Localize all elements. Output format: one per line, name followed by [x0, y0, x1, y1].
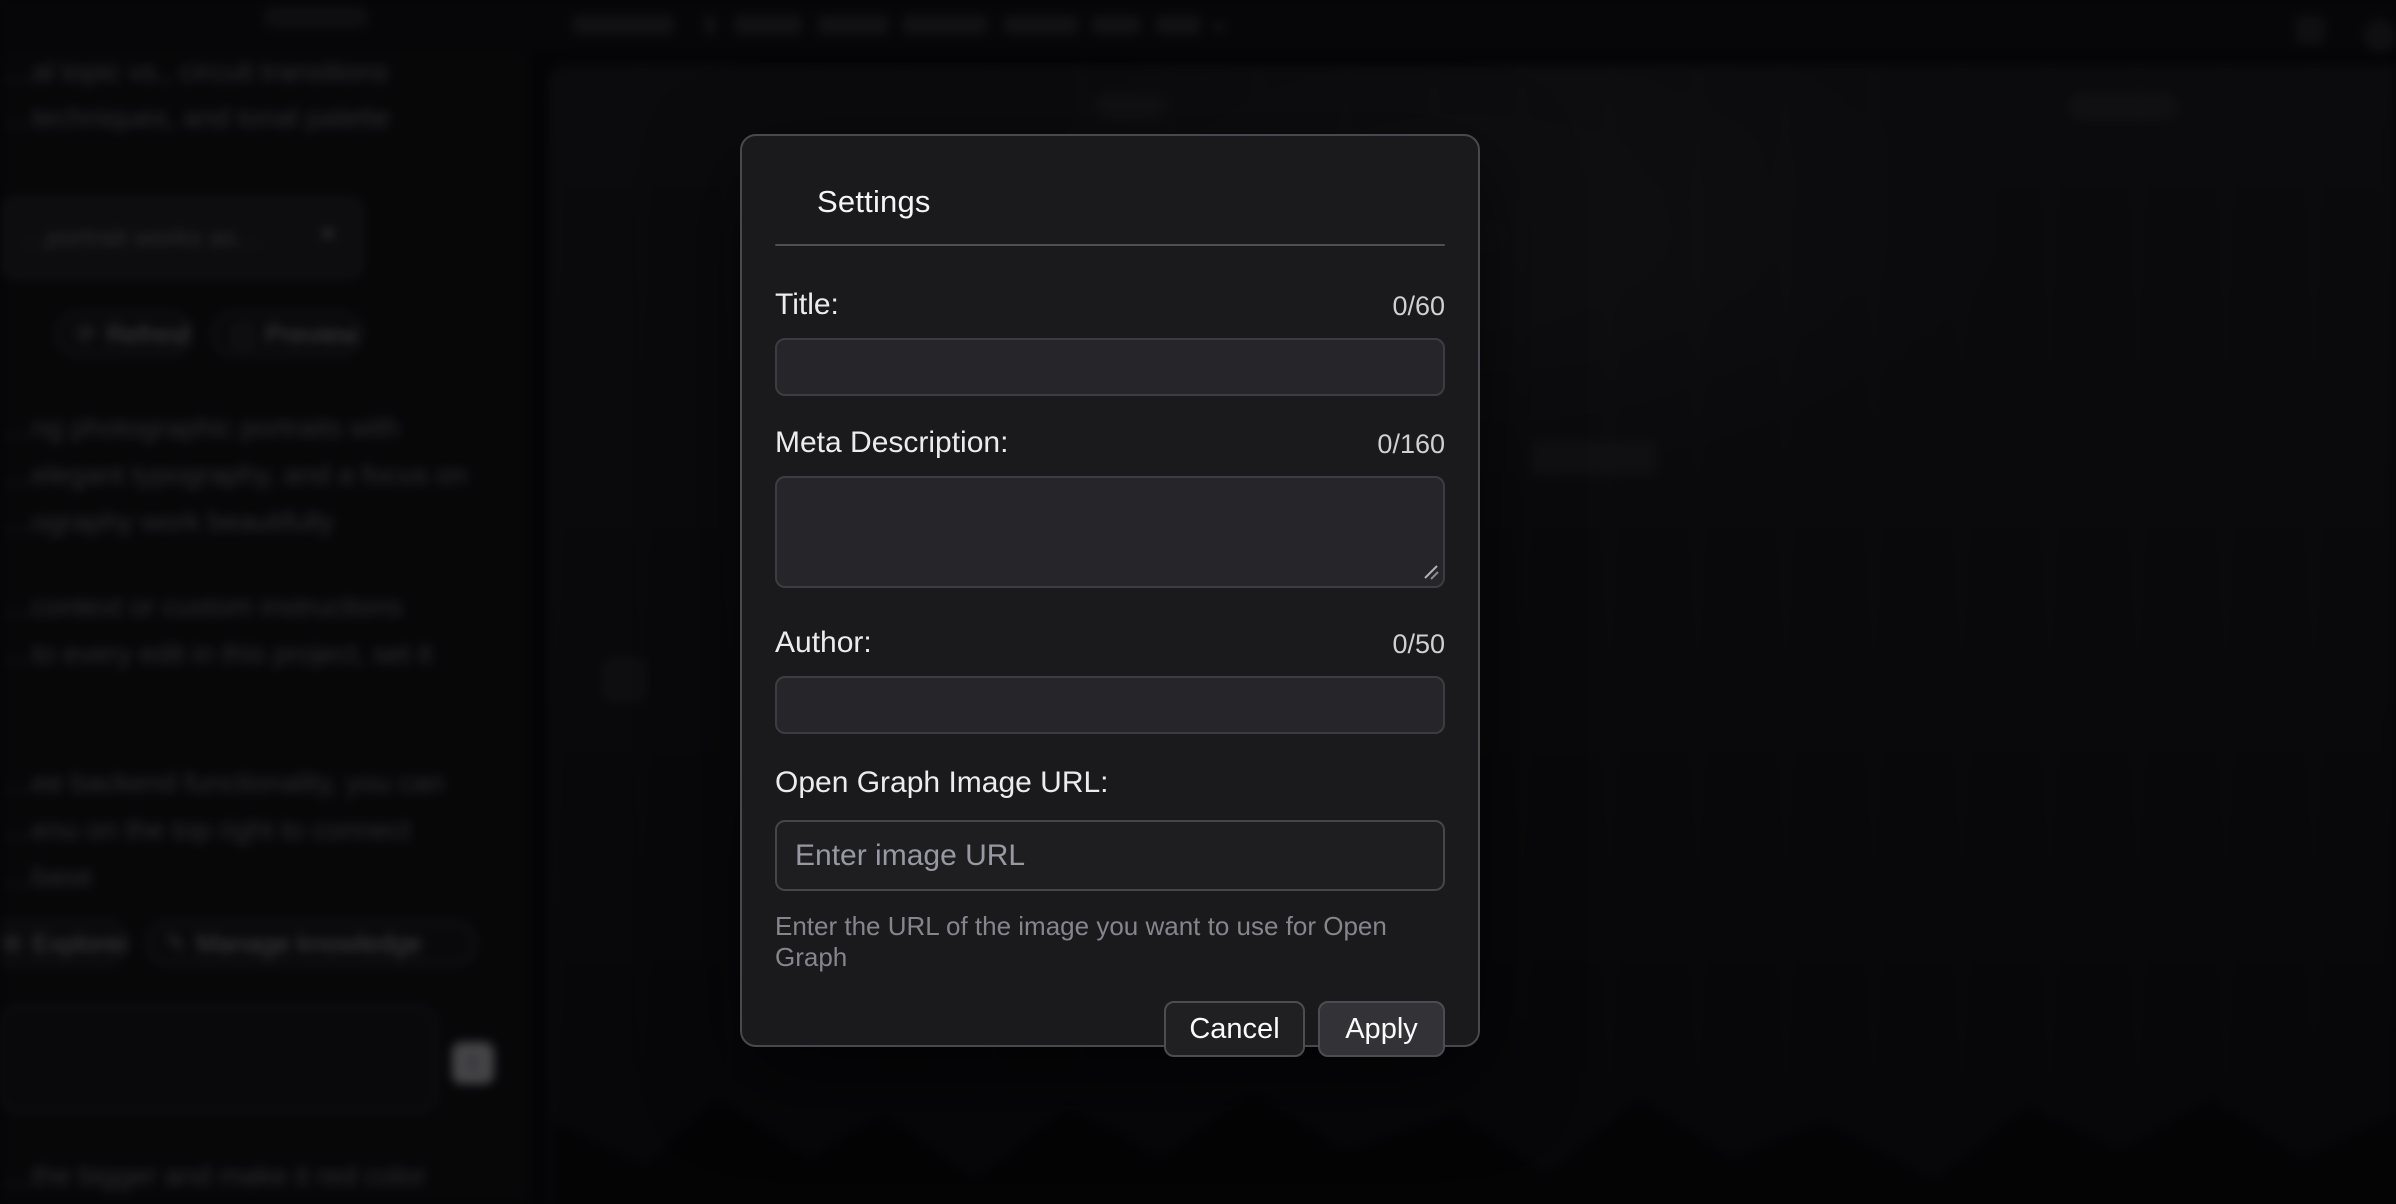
og-image-url-label: Open Graph Image URL: — [775, 766, 1109, 800]
author-field-group: Author: 0/50 — [775, 626, 1445, 734]
cancel-button[interactable]: Cancel — [1164, 1001, 1305, 1057]
settings-dialog: Settings Title: 0/60 Meta Description: 0… — [740, 134, 1480, 1047]
meta-description-label: Meta Description: — [775, 426, 1008, 460]
og-image-url-input[interactable] — [775, 820, 1445, 891]
og-image-field-group: Open Graph Image URL: Enter the URL of t… — [775, 766, 1445, 973]
title-field-group: Title: 0/60 — [775, 288, 1445, 396]
title-label: Title: — [775, 288, 839, 322]
title-input[interactable] — [775, 338, 1445, 396]
title-char-counter: 0/60 — [1392, 291, 1445, 322]
author-input[interactable] — [775, 676, 1445, 734]
divider — [775, 244, 1445, 246]
og-image-helper-text: Enter the URL of the image you want to u… — [775, 911, 1445, 973]
dialog-button-row: Cancel Apply — [775, 1001, 1445, 1057]
meta-description-char-counter: 0/160 — [1377, 429, 1445, 460]
apply-button[interactable]: Apply — [1318, 1001, 1445, 1057]
author-label: Author: — [775, 626, 872, 660]
author-char-counter: 0/50 — [1392, 629, 1445, 660]
meta-description-textarea[interactable] — [775, 476, 1445, 588]
meta-description-field-group: Meta Description: 0/160 — [775, 426, 1445, 588]
dialog-title: Settings — [817, 184, 1445, 220]
